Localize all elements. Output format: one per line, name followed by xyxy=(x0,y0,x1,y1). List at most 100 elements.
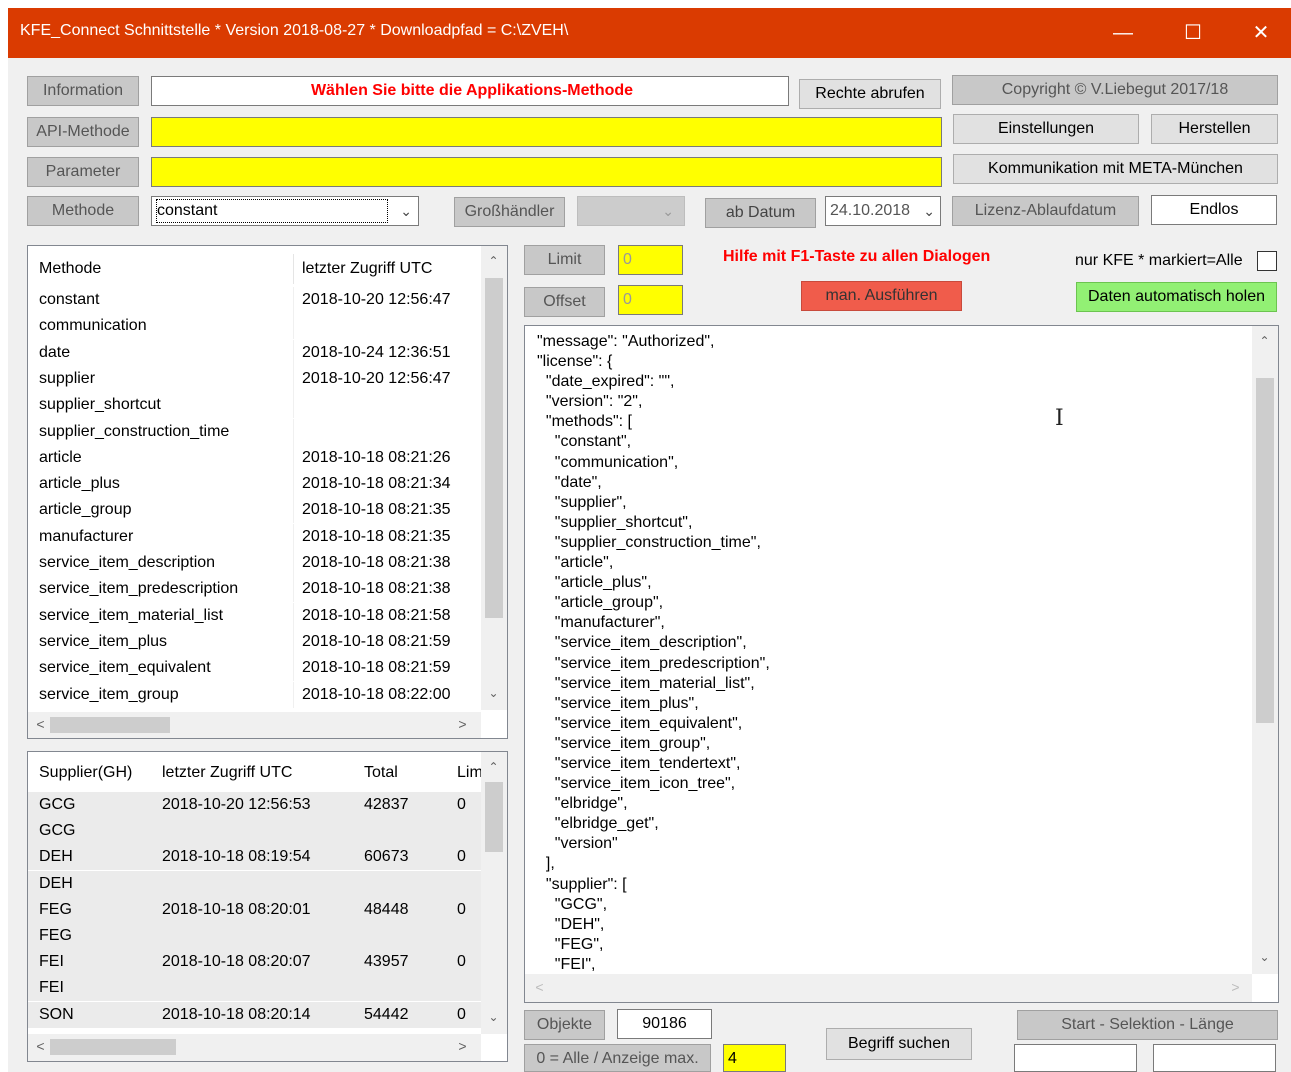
lizenz-value: Endlos xyxy=(1151,195,1277,225)
supplier-last-access: 2018-10-18 08:19:54 xyxy=(162,848,311,866)
chevron-down-icon[interactable]: ⌄ xyxy=(923,197,935,225)
table-row[interactable]: communication xyxy=(28,313,481,340)
scroll-left-icon[interactable]: < xyxy=(531,979,548,995)
minimize-icon[interactable]: — xyxy=(1088,8,1158,58)
maximize-icon[interactable]: ☐ xyxy=(1158,8,1228,58)
table-row[interactable]: article_group 2018-10-18 08:21:35 xyxy=(28,497,481,524)
scroll-down-icon[interactable]: ⌄ xyxy=(485,686,502,700)
column-header-total[interactable]: Total xyxy=(364,758,398,788)
methods-table[interactable]: Methode letzter Zugriff UTC constant 2018… xyxy=(27,245,508,739)
output-vertical-scrollbar[interactable]: ⌃ ⌄ xyxy=(1252,326,1278,974)
method-name: article_group xyxy=(39,501,132,519)
table-row[interactable]: service_item_predescription 2018-10-18 08… xyxy=(28,576,481,603)
limit-field[interactable]: 0 xyxy=(618,245,683,275)
scroll-down-icon[interactable]: ⌄ xyxy=(1256,950,1273,964)
method-name: supplier_construction_time xyxy=(39,422,230,440)
laenge-field[interactable] xyxy=(1153,1044,1276,1072)
grosshaendler-select[interactable]: ⌄ xyxy=(577,196,685,226)
parameter-field[interactable] xyxy=(151,157,942,187)
scroll-thumb[interactable] xyxy=(1256,378,1274,723)
scroll-thumb[interactable] xyxy=(50,1039,176,1055)
table-row[interactable]: service_item_equivalent 2018-10-18 08:21:… xyxy=(28,655,481,682)
column-divider xyxy=(293,497,294,524)
table-row[interactable]: DEH 2018-10-18 08:19:54 60673 0 xyxy=(28,844,481,871)
column-header-supplier[interactable]: Supplier(GH) xyxy=(39,758,132,788)
supplier-vertical-scrollbar[interactable]: ⌃ ⌄ xyxy=(481,752,507,1034)
datum-picker[interactable]: 24.10.2018 ⌄ xyxy=(825,196,941,226)
supplier-limit: 0 xyxy=(457,796,466,813)
column-divider xyxy=(293,550,294,576)
methods-vertical-scrollbar[interactable]: ⌃ ⌄ xyxy=(481,246,507,710)
supplier-code: SON xyxy=(39,1005,74,1023)
scroll-right-icon[interactable]: > xyxy=(454,716,471,732)
table-row[interactable]: service_item_description 2018-10-18 08:21… xyxy=(28,550,481,576)
table-row[interactable]: FEG 2018-10-18 08:20:01 48448 0 xyxy=(28,896,481,923)
table-row[interactable]: FEI xyxy=(28,975,481,1002)
daten-automatisch-button[interactable]: Daten automatisch holen xyxy=(1076,282,1277,312)
column-header-zugriff[interactable]: letzter Zugriff UTC xyxy=(302,254,432,284)
json-output-text[interactable]: "message": "Authorized", "license": { "d… xyxy=(537,332,770,975)
kommunikation-button[interactable]: Kommunikation mit META-München xyxy=(953,154,1278,184)
anzeige-max-field[interactable]: 4 xyxy=(723,1044,786,1072)
supplier-table[interactable]: Supplier(GH) letzter Zugriff UTC Total L… xyxy=(27,751,508,1062)
table-row[interactable]: date 2018-10-24 12:36:51 xyxy=(28,339,481,366)
man-ausfuehren-button[interactable]: man. Ausführen xyxy=(801,281,962,311)
table-row[interactable]: SON 2018-10-18 08:20:14 54442 0 xyxy=(28,1001,481,1028)
table-row[interactable]: FEG xyxy=(28,923,481,949)
chevron-down-icon[interactable]: ⌄ xyxy=(662,197,674,225)
supplier-code: DEH xyxy=(39,874,73,892)
method-last-access: 2018-10-24 12:36:51 xyxy=(302,343,451,361)
table-row[interactable]: supplier_shortcut xyxy=(28,392,481,419)
begriff-suchen-button[interactable]: Begriff suchen xyxy=(826,1028,972,1060)
table-row[interactable]: article_plus 2018-10-18 08:21:34 xyxy=(28,471,481,498)
scroll-right-icon[interactable]: > xyxy=(454,1038,471,1054)
offset-field[interactable]: 0 xyxy=(618,285,683,315)
scroll-thumb[interactable] xyxy=(50,717,170,733)
table-row[interactable]: article 2018-10-18 08:21:26 xyxy=(28,444,481,471)
scroll-up-icon[interactable]: ⌃ xyxy=(485,760,502,774)
title-bar[interactable]: KFE_Connect Schnittstelle * Version 2018… xyxy=(8,8,1291,58)
close-icon[interactable]: ✕ xyxy=(1226,8,1291,58)
api-methode-field[interactable] xyxy=(151,117,942,147)
column-header-zugriff[interactable]: letzter Zugriff UTC xyxy=(162,758,292,788)
table-row[interactable]: supplier 2018-10-20 12:56:47 xyxy=(28,365,481,392)
table-row[interactable]: service_item_group 2018-10-18 08:22:00 xyxy=(28,681,481,708)
json-output-area[interactable]: "message": "Authorized", "license": { "d… xyxy=(524,325,1279,1003)
column-divider xyxy=(293,339,294,366)
chevron-down-icon[interactable]: ⌄ xyxy=(400,197,412,225)
table-row[interactable]: constant 2018-10-20 12:56:47 xyxy=(28,287,481,313)
scroll-left-icon[interactable]: < xyxy=(32,1038,49,1054)
output-horizontal-scrollbar[interactable]: < > xyxy=(525,974,1252,1002)
scroll-left-icon[interactable]: < xyxy=(32,716,49,732)
table-row[interactable]: supplier_construction_time xyxy=(28,418,481,445)
table-row[interactable]: service_item_plus 2018-10-18 08:21:59 xyxy=(28,628,481,655)
table-row[interactable]: GCG xyxy=(28,818,481,845)
table-row[interactable]: manufacturer 2018-10-18 08:21:35 xyxy=(28,523,481,550)
table-row[interactable]: GCG 2018-10-20 12:56:53 42837 0 xyxy=(28,792,481,818)
start-field[interactable] xyxy=(1014,1044,1137,1072)
scroll-up-icon[interactable]: ⌃ xyxy=(1256,334,1273,348)
rechte-abrufen-button[interactable]: Rechte abrufen xyxy=(799,79,941,109)
scroll-right-icon[interactable]: > xyxy=(1227,979,1244,995)
method-last-access: 2018-10-18 08:21:26 xyxy=(302,448,451,466)
objekte-value: 90186 xyxy=(617,1009,712,1039)
column-header-limit[interactable]: Lim xyxy=(457,758,483,788)
methode-select[interactable]: constant ⌄ xyxy=(151,196,419,226)
supplier-horizontal-scrollbar[interactable]: < > xyxy=(28,1034,481,1061)
scroll-thumb[interactable] xyxy=(485,782,503,852)
table-row[interactable]: DEH xyxy=(28,870,481,897)
table-row[interactable]: FEI 2018-10-18 08:20:07 43957 0 xyxy=(28,949,481,976)
einstellungen-button[interactable]: Einstellungen xyxy=(953,114,1139,144)
methods-horizontal-scrollbar[interactable]: < > xyxy=(28,712,481,738)
herstellen-button[interactable]: Herstellen xyxy=(1151,114,1278,144)
supplier-limit: 0 xyxy=(457,900,466,918)
scroll-up-icon[interactable]: ⌃ xyxy=(485,254,502,268)
scroll-thumb[interactable] xyxy=(485,278,503,618)
nur-kfe-checkbox[interactable] xyxy=(1257,251,1277,271)
ab-datum-label: ab Datum xyxy=(705,198,816,228)
scroll-down-icon[interactable]: ⌄ xyxy=(485,1010,502,1024)
nur-kfe-label: nur KFE * markiert=Alle xyxy=(1075,252,1243,269)
column-header-methode[interactable]: Methode xyxy=(39,254,101,284)
table-row[interactable]: service_item_material_list 2018-10-18 08:… xyxy=(28,602,481,629)
supplier-table-header: Supplier(GH) letzter Zugriff UTC Total L… xyxy=(28,758,483,788)
